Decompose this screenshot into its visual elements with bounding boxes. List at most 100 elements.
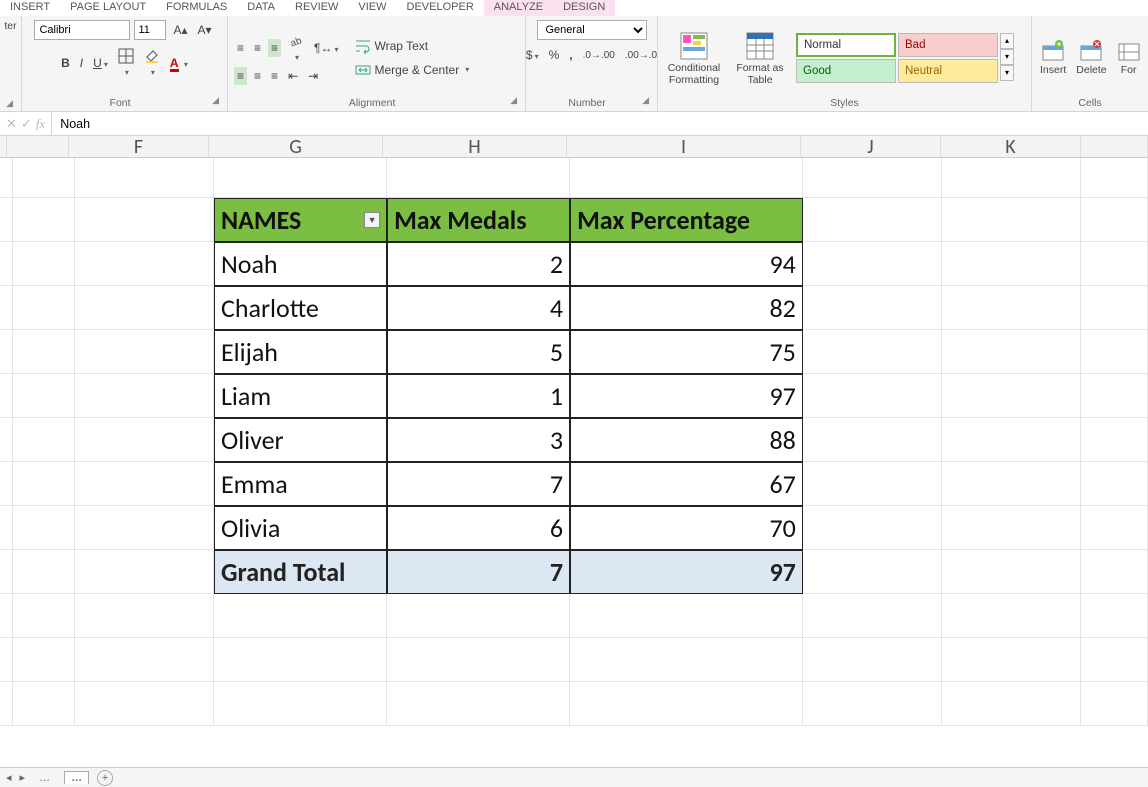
cell-pct[interactable]: 82 [570, 286, 803, 330]
decrease-decimal-button[interactable]: .00→.0 [622, 48, 660, 63]
table-row[interactable]: Elijah575 [0, 330, 1148, 374]
merge-center-button[interactable]: Merge & Center [352, 60, 473, 80]
alignment-dialog-launcher[interactable]: ◢ [510, 95, 519, 109]
cell-pct[interactable]: 70 [570, 506, 803, 550]
cell-medals[interactable]: 7 [387, 462, 570, 506]
borders-button[interactable] [115, 46, 137, 80]
table-header-medals[interactable]: Max Medals [387, 198, 570, 242]
tab-review[interactable]: REVIEW [285, 0, 348, 16]
cell-medals[interactable]: 1 [387, 374, 570, 418]
worksheet[interactable]: F G H I J K NAMES ▼ Max Medals Max Perce… [0, 136, 1148, 767]
fx-icon[interactable]: fx [36, 116, 45, 132]
cell-medals[interactable]: 3 [387, 418, 570, 462]
column-headers[interactable]: F G H I J K [0, 136, 1148, 158]
align-middle-button[interactable]: ≡ [251, 39, 264, 57]
italic-button[interactable]: I [77, 54, 86, 72]
format-as-table-button[interactable]: Format as Table [730, 28, 790, 88]
cell-name[interactable]: Charlotte [214, 286, 387, 330]
align-right-button[interactable]: ≡ [268, 67, 281, 85]
sheet-tab-1[interactable]: … [33, 772, 56, 784]
style-bad[interactable]: Bad [898, 33, 998, 57]
orientation-button[interactable]: ab [285, 31, 307, 65]
delete-cells-button[interactable]: Delete [1074, 38, 1108, 78]
cell-pct[interactable]: 67 [570, 462, 803, 506]
decrease-font-size-button[interactable]: A▾ [195, 21, 215, 39]
cell-pct[interactable]: 88 [570, 418, 803, 462]
style-good[interactable]: Good [796, 59, 896, 83]
bold-button[interactable]: B [58, 54, 73, 72]
align-bottom-button[interactable]: ≡ [268, 39, 281, 57]
sheet-tab-active[interactable]: … [64, 771, 89, 784]
align-left-button[interactable]: ≡ [234, 67, 247, 85]
grid[interactable]: NAMES ▼ Max Medals Max Percentage Noah29… [0, 158, 1148, 726]
table-header-pct[interactable]: Max Percentage [570, 198, 803, 242]
decrease-indent-button[interactable]: ⇤ [285, 67, 301, 85]
table-header-names[interactable]: NAMES ▼ [214, 198, 387, 242]
tab-developer[interactable]: DEVELOPER [397, 0, 484, 16]
cell-medals[interactable]: 2 [387, 242, 570, 286]
table-row[interactable]: Oliver388 [0, 418, 1148, 462]
cell-medals[interactable]: 5 [387, 330, 570, 374]
conditional-formatting-button[interactable]: Conditional Formatting [664, 28, 724, 88]
styles-more-button[interactable]: ▾ [1000, 65, 1014, 81]
tab-formulas[interactable]: FORMULAS [156, 0, 237, 16]
percent-format-button[interactable]: % [546, 46, 563, 64]
formula-input[interactable] [52, 112, 1148, 135]
number-format-select[interactable]: General [537, 20, 647, 40]
cell-name[interactable]: Olivia [214, 506, 387, 550]
cell-name[interactable]: Liam [214, 374, 387, 418]
increase-decimal-button[interactable]: .0→.00 [580, 48, 618, 63]
cell-styles-gallery[interactable]: Normal Bad Good Neutral [796, 33, 998, 83]
cancel-formula-icon[interactable]: ✕ [6, 116, 17, 132]
styles-scroll-down[interactable]: ▾ [1000, 49, 1014, 65]
cell-medals[interactable]: 6 [387, 506, 570, 550]
sheet-nav-prev[interactable]: ◂ [6, 771, 12, 784]
tab-analyze[interactable]: ANALYZE [484, 0, 553, 16]
table-row[interactable]: Olivia670 [0, 506, 1148, 550]
grand-total-pct[interactable]: 97 [570, 550, 803, 594]
font-name-select[interactable] [34, 20, 130, 40]
cell-pct[interactable]: 75 [570, 330, 803, 374]
cell-name[interactable]: Noah [214, 242, 387, 286]
comma-format-button[interactable]: , [566, 46, 575, 64]
tab-page-layout[interactable]: PAGE LAYOUT [60, 0, 156, 16]
grand-total-label[interactable]: Grand Total [214, 550, 387, 594]
underline-button[interactable]: U [90, 54, 111, 72]
sheet-nav-next[interactable]: ▸ [20, 771, 26, 784]
grand-total-medals[interactable]: 7 [387, 550, 570, 594]
font-size-select[interactable] [134, 20, 166, 40]
tab-insert[interactable]: INSERT [0, 0, 60, 16]
styles-scroll-up[interactable]: ▴ [1000, 33, 1014, 49]
filter-dropdown-button[interactable]: ▼ [364, 212, 380, 228]
number-dialog-launcher[interactable]: ◢ [642, 95, 651, 109]
cell-name[interactable]: Emma [214, 462, 387, 506]
tab-view[interactable]: VIEW [348, 0, 396, 16]
font-dialog-launcher[interactable]: ◢ [212, 95, 221, 109]
format-cells-button[interactable]: For [1115, 38, 1143, 78]
align-center-button[interactable]: ≡ [251, 67, 264, 85]
cell-medals[interactable]: 4 [387, 286, 570, 330]
wrap-text-button[interactable]: Wrap Text [352, 36, 473, 56]
table-row[interactable]: Charlotte482 [0, 286, 1148, 330]
new-sheet-button[interactable]: + [97, 770, 113, 786]
cell-pct[interactable]: 94 [570, 242, 803, 286]
table-row[interactable]: Emma767 [0, 462, 1148, 506]
accounting-format-button[interactable]: $ [523, 46, 542, 64]
fill-color-button[interactable] [141, 46, 163, 80]
increase-font-size-button[interactable]: A▴ [170, 21, 190, 39]
insert-cells-button[interactable]: Insert [1038, 38, 1068, 78]
text-direction-button[interactable]: ¶↔ [311, 39, 341, 57]
increase-indent-button[interactable]: ⇥ [305, 67, 321, 85]
font-color-button[interactable]: A [167, 54, 191, 72]
cell-name[interactable]: Oliver [214, 418, 387, 462]
clipboard-dialog-launcher[interactable]: ◢ [6, 98, 15, 109]
table-row[interactable]: Liam197 [0, 374, 1148, 418]
tab-data[interactable]: DATA [237, 0, 285, 16]
table-row[interactable]: Noah294 [0, 242, 1148, 286]
tab-design[interactable]: DESIGN [553, 0, 615, 16]
align-top-button[interactable]: ≡ [234, 39, 247, 57]
style-normal[interactable]: Normal [796, 33, 896, 57]
cell-pct[interactable]: 97 [570, 374, 803, 418]
style-neutral[interactable]: Neutral [898, 59, 998, 83]
enter-formula-icon[interactable]: ✓ [21, 116, 32, 132]
